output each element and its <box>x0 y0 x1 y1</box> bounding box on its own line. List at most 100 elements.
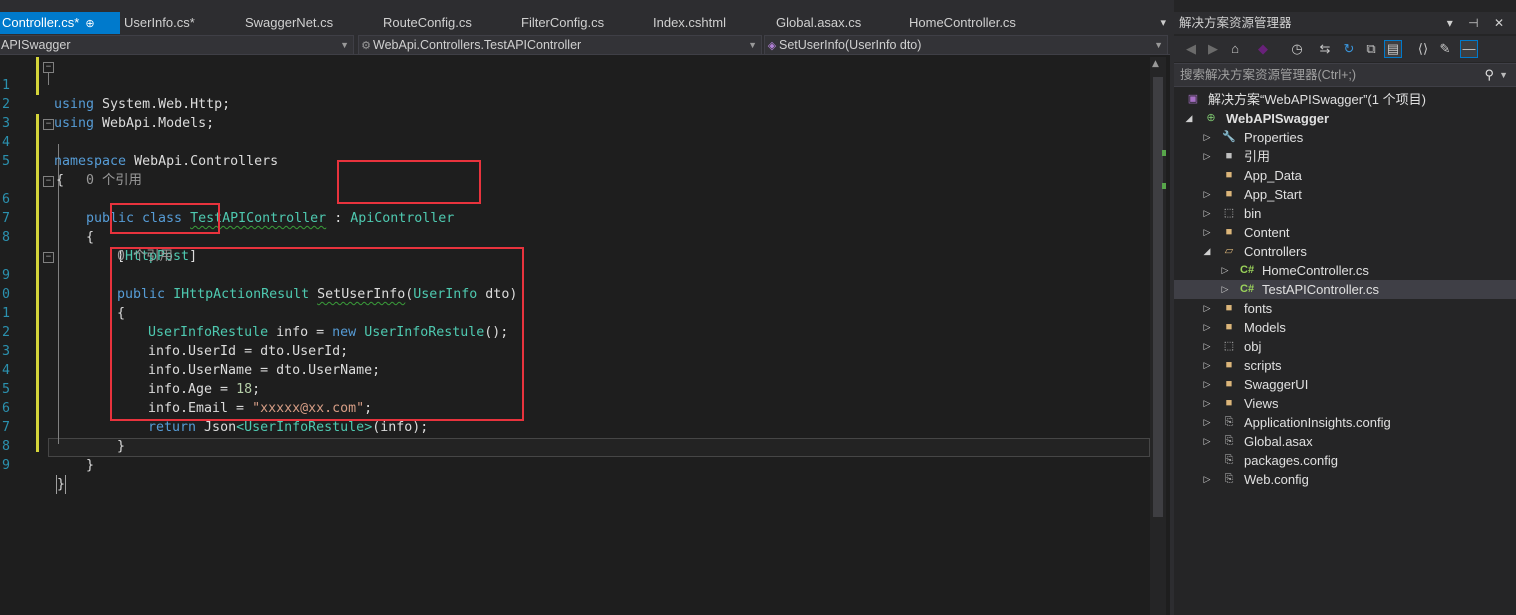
panel-window-buttons[interactable]: ▾ ⊣ ✕ <box>1447 12 1510 34</box>
tree-item-label: Web.config <box>1244 472 1309 487</box>
tab-global-asax-cs[interactable]: Global.asax.cs <box>776 12 861 34</box>
tree-item-references[interactable]: ▷ ■ 引用 <box>1174 147 1516 166</box>
tree-item-properties[interactable]: ▷ 🔧 Properties <box>1174 128 1516 147</box>
home-icon[interactable]: ⌂ <box>1226 40 1244 58</box>
class-dropdown[interactable]: ⚙ WebApi.Controllers.TestAPIController ▼ <box>358 35 762 55</box>
collapsed-icon[interactable]: ▷ <box>1202 432 1212 451</box>
collapsed-icon[interactable]: ▷ <box>1202 299 1212 318</box>
tab-controller[interactable]: Controller.cs* ⊕ <box>0 12 120 34</box>
collapsed-icon[interactable]: ▷ <box>1220 261 1230 280</box>
sync-icon[interactable]: ⇆ <box>1316 40 1334 58</box>
refresh-icon[interactable]: ↻ <box>1340 40 1358 58</box>
collapsed-icon[interactable]: ▷ <box>1202 394 1212 413</box>
collapsed-icon[interactable]: ▷ <box>1202 147 1212 166</box>
collapsed-icon[interactable]: ▷ <box>1202 470 1212 489</box>
tree-item-fonts[interactable]: ▷ ■ fonts <box>1174 299 1516 318</box>
preview-icon[interactable]: — <box>1460 40 1478 58</box>
config-file-icon: ⎘ <box>1224 473 1234 485</box>
tree-item-label: ApplicationInsights.config <box>1244 415 1391 430</box>
tree-item-controllers[interactable]: ◢ ▱ Controllers <box>1174 242 1516 261</box>
chevron-down-icon[interactable]: ▼ <box>1499 64 1508 86</box>
wrench-icon: 🔧 <box>1222 131 1236 143</box>
editor-vertical-scrollbar[interactable]: ▲ <box>1150 57 1166 615</box>
code-line: 3 <box>0 95 1148 131</box>
collapsed-icon[interactable]: ▷ <box>1202 318 1212 337</box>
folder-icon: ■ <box>1225 321 1233 333</box>
tree-item-label: obj <box>1244 339 1262 354</box>
code-editor[interactable]: Controller.cs* ⊕ UserInfo.cs* SwaggerNet.… <box>0 0 1170 615</box>
tree-item-app-start[interactable]: ▷ ■ App_Start <box>1174 185 1516 204</box>
project-dropdown[interactable]: APISwagger ▼ <box>0 35 354 55</box>
tree-item-obj[interactable]: ▷ ⬚ obj <box>1174 337 1516 356</box>
tree-item-models[interactable]: ▷ ■ Models <box>1174 318 1516 337</box>
tree-item-label: WebAPISwagger <box>1226 111 1330 126</box>
expanded-icon[interactable]: ◢ <box>1184 109 1194 128</box>
collapsed-icon[interactable]: ▷ <box>1202 356 1212 375</box>
tree-item-label: packages.config <box>1244 453 1338 468</box>
tree-item-content[interactable]: ▷ ■ Content <box>1174 223 1516 242</box>
history-icon[interactable]: ◷ <box>1288 40 1306 58</box>
tab-strip-top <box>0 0 1170 12</box>
tree-item-global-asax[interactable]: ▷ ⎘ Global.asax <box>1174 432 1516 451</box>
tab-overflow-icon[interactable]: ▾ <box>1160 12 1166 34</box>
tab-swaggernet[interactable]: SwaggerNet.cs <box>245 12 333 34</box>
open-folder-icon: ▱ <box>1224 245 1234 257</box>
collapsed-icon[interactable]: ▷ <box>1202 413 1212 432</box>
pin-icon[interactable]: ⊕ <box>85 18 94 30</box>
tree-item-packages-config[interactable]: ⎘ packages.config <box>1174 451 1516 470</box>
collapsed-icon[interactable]: ▷ <box>1220 280 1230 299</box>
back-icon[interactable]: ◀ <box>1182 40 1200 58</box>
member-dropdown[interactable]: ◈ SetUserInfo(UserInfo dto) ▼ <box>764 35 1168 55</box>
line-number: 9 <box>1 458 10 473</box>
expanded-icon[interactable]: ◢ <box>1202 242 1212 261</box>
properties-icon[interactable]: ✎ <box>1436 40 1454 58</box>
tree-item-web-config[interactable]: ▷ ⎘ Web.config <box>1174 470 1516 489</box>
forward-icon[interactable]: ▶ <box>1204 40 1222 58</box>
web-project-icon: ⊕ <box>1206 112 1216 124</box>
config-file-icon: ⎘ <box>1224 454 1234 466</box>
tree-item-app-data[interactable]: ■ App_Data <box>1174 166 1516 185</box>
solution-explorer-toolbar: ◀ ▶ ⌂ ◆ ◷ ⇆ ↻ ⧉ ▤ ⟨⟩ ✎ — <box>1174 36 1516 62</box>
tree-item-label: SwaggerUI <box>1244 377 1309 392</box>
tab-homecontroller[interactable]: HomeController.cs <box>909 12 1016 34</box>
collapsed-icon[interactable]: ▷ <box>1202 185 1212 204</box>
collapsed-icon[interactable]: ▷ <box>1202 375 1212 394</box>
solution-explorer-title-bar: 解决方案资源管理器 ▾ ⊣ ✕ <box>1174 12 1516 34</box>
code-text: } <box>86 458 95 473</box>
tree-item-project[interactable]: ◢ ⊕ WebAPISwagger <box>1174 109 1516 128</box>
code-line: 1 using System.Web.Http; <box>0 57 1148 112</box>
tree-item-testapicontroller[interactable]: ▷ C# TestAPIController.cs <box>1174 280 1516 299</box>
show-all-files-icon[interactable]: ▤ <box>1384 40 1402 58</box>
tree-item-homecontroller[interactable]: ▷ C# HomeController.cs <box>1174 261 1516 280</box>
scrollbar-thumb[interactable] <box>1153 77 1163 517</box>
tree-item-label: Views <box>1244 396 1279 411</box>
tree-item-swaggerui[interactable]: ▷ ■ SwaggerUI <box>1174 375 1516 394</box>
collapsed-icon[interactable]: ▷ <box>1202 128 1212 147</box>
tab-userinfo[interactable]: UserInfo.cs* <box>124 12 195 34</box>
tree-item-bin[interactable]: ▷ ⬚ bin <box>1174 204 1516 223</box>
solution-explorer-panel: 解决方案资源管理器 ▾ ⊣ ✕ ◀ ▶ ⌂ ◆ ◷ ⇆ ↻ ⧉ ▤ ⟨⟩ ✎ —… <box>1174 0 1516 615</box>
folder-icon: ■ <box>1225 188 1233 200</box>
collapse-icon[interactable]: ⧉ <box>1362 40 1380 58</box>
code-view-icon[interactable]: ⟨⟩ <box>1414 40 1432 58</box>
code-area[interactable]: − − − − 1 using System.Web.Http; 2 using… <box>0 57 1150 494</box>
tree-item-solution[interactable]: ▣ 解决方案“WebAPISwagger”(1 个项目) <box>1174 90 1516 109</box>
tab-index-cshtml[interactable]: Index.cshtml <box>653 12 726 34</box>
tab-filterconfig[interactable]: FilterConfig.cs <box>521 12 604 34</box>
tree-item-label: Models <box>1244 320 1286 335</box>
collapsed-icon[interactable]: ▷ <box>1202 337 1212 356</box>
code-line: 2 using WebApi.Models; <box>0 76 1148 131</box>
vs-icon[interactable]: ◆ <box>1254 40 1272 58</box>
tab-routeconfig[interactable]: RouteConfig.cs <box>383 12 472 34</box>
collapsed-icon[interactable]: ▷ <box>1202 223 1212 242</box>
collapsed-icon[interactable]: ▷ <box>1202 204 1212 223</box>
solution-explorer-search-input[interactable]: 搜索解决方案资源管理器(Ctrl+;) ⚲ ▼ <box>1174 63 1516 87</box>
tree-item-label: Properties <box>1244 130 1304 145</box>
scroll-up-icon[interactable]: ▲ <box>1152 59 1159 69</box>
search-icon[interactable]: ⚲ <box>1484 64 1494 86</box>
tree-item-scripts[interactable]: ▷ ■ scripts <box>1174 356 1516 375</box>
tree-item-applicationinsights[interactable]: ▷ ⎘ ApplicationInsights.config <box>1174 413 1516 432</box>
tree-item-label: Controllers <box>1244 244 1307 259</box>
tree-item-views[interactable]: ▷ ■ Views <box>1174 394 1516 413</box>
folder-icon: ■ <box>1225 397 1233 409</box>
